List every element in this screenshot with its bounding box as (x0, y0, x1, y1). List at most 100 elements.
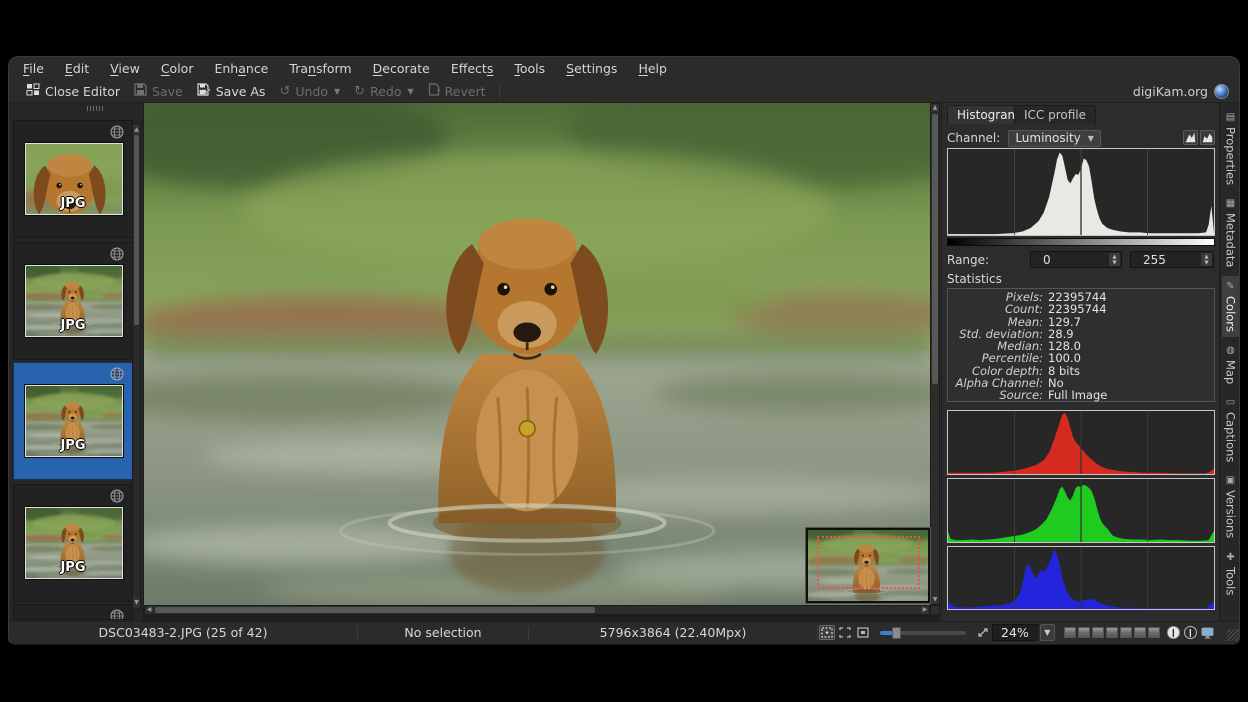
scroll-up-icon[interactable]: ▲ (133, 125, 140, 134)
menu-decorate[interactable]: Decorate (373, 61, 430, 76)
status-bar: DSC03483-2.JPG (25 of 42) No selection 5… (9, 621, 1240, 643)
thumbnail-scrollbar[interactable]: ▲ ▼ (132, 123, 141, 609)
scrollbar-thumb[interactable] (155, 607, 595, 613)
close-editor-button[interactable]: Close Editor (19, 81, 127, 101)
range-min-spinbox[interactable]: 0 ▲▼ (1030, 251, 1122, 268)
menu-file[interactable]: File (23, 61, 44, 76)
undo-icon: ↺ (279, 83, 290, 99)
range-max-spinbox[interactable]: 255 ▲▼ (1130, 251, 1214, 268)
menu-transform[interactable]: Transform (289, 61, 351, 76)
scroll-down-icon[interactable]: ▼ (931, 596, 939, 604)
sidebar-tab-map[interactable]: ◍Map (1222, 340, 1240, 389)
channel-select[interactable]: Luminosity ▼ (1008, 130, 1101, 147)
thumbnail-strip-button-1[interactable] (1064, 627, 1076, 638)
sidebar-tab-colors[interactable]: ✎Colors (1222, 276, 1240, 337)
thumbnail-4[interactable]: JPG (13, 484, 133, 602)
menu-help[interactable]: Help (638, 61, 667, 76)
properties-icon: ▤ (1225, 112, 1236, 123)
sidebar-tab-versions[interactable]: ▣ Versions (1222, 470, 1240, 543)
sidebar-tab-metadata[interactable]: ▦Metadata (1222, 193, 1240, 272)
horizontal-scrollbar[interactable]: ◀ ▶ (144, 605, 930, 615)
zoom-slider[interactable] (880, 631, 966, 635)
versions-icon: ▣ (1225, 475, 1236, 486)
stat-row: Source:Full Image (948, 389, 1208, 401)
resize-grip[interactable] (1227, 629, 1239, 641)
redo-button[interactable]: ↻Redo▼ (347, 81, 420, 101)
thumbnail-strip-button-6[interactable] (1134, 627, 1146, 638)
selection-label: No selection (404, 625, 481, 640)
thumbnail-image (25, 385, 123, 457)
color-managed-view-button[interactable] (1200, 625, 1216, 640)
screen: File Edit View Color Enhance Transform Decorat… (0, 0, 1248, 702)
thumbnail-2[interactable]: JPG (13, 242, 133, 360)
thumbnail-strip-button-4[interactable] (1106, 627, 1118, 638)
sidebar-tab-properties[interactable]: ▤ Properties (1222, 107, 1240, 190)
thumbnail-strip-button-2[interactable] (1078, 627, 1090, 638)
red-channel-histogram (947, 410, 1215, 475)
close-editor-label: Close Editor (45, 84, 120, 99)
thumbnail-image (25, 265, 123, 337)
scroll-down-icon[interactable]: ▼ (133, 598, 140, 607)
revert-button[interactable]: Revert (421, 81, 493, 101)
sidebar-tab-captions[interactable]: ▭Captions (1222, 392, 1240, 467)
chevron-down-icon[interactable]: ▼ (334, 87, 340, 96)
pan-corner-button[interactable] (930, 605, 940, 615)
camera-lens-icon (1214, 84, 1229, 99)
undo-button[interactable]: ↺Undo▼ (272, 81, 347, 101)
zoom-dropdown-button[interactable]: ▼ (1040, 624, 1055, 641)
thumbnail-1[interactable]: JPG (13, 120, 133, 238)
scrollbar-thumb[interactable] (932, 114, 938, 384)
zoom-select-icon[interactable] (975, 625, 991, 640)
sidebar-tab-label: Properties (1224, 127, 1238, 185)
menu-tools[interactable]: Tools (514, 61, 545, 76)
geolocation-icon (110, 366, 124, 380)
thumbnail-3-selected[interactable]: JPG (13, 362, 133, 480)
tools-icon: ✚ (1225, 552, 1236, 563)
sidebar-tab-tools[interactable]: ✚Tools (1222, 547, 1240, 600)
editor-content: JPGJPGJPGJPG ▲ ▼ ◀ ▶ ▲ (9, 103, 1240, 621)
menu-effects[interactable]: Effects (451, 61, 494, 76)
zoom-fit-selection-button[interactable] (837, 625, 853, 640)
scroll-up-icon[interactable]: ▲ (931, 104, 939, 112)
digikam-editor-window: File Edit View Color Enhance Transform Decorat… (8, 56, 1240, 645)
grid-icon (26, 83, 40, 99)
sidebar-tab-label: Versions (1224, 490, 1238, 538)
save-button[interactable]: Save (127, 81, 190, 101)
scroll-right-icon[interactable]: ▶ (921, 606, 929, 614)
menu-settings[interactable]: Settings (566, 61, 617, 76)
tab-icc-profile[interactable]: ICC profile (1014, 105, 1096, 124)
log-scale-button[interactable] (1200, 130, 1215, 145)
scrollbar-thumb[interactable] (134, 135, 139, 325)
stat-label: Count: (948, 303, 1043, 315)
save-as-button[interactable]: Save As (190, 81, 273, 101)
splitter-handle[interactable] (87, 106, 105, 111)
pan-selection-rect[interactable] (817, 536, 920, 589)
linear-scale-button[interactable] (1183, 130, 1198, 145)
zoom-fit-window-button[interactable] (819, 625, 835, 640)
spin-arrows[interactable]: ▲▼ (1109, 253, 1120, 266)
zoom-percent-box[interactable]: 24% (992, 624, 1038, 641)
thumbnail-strip-button-3[interactable] (1092, 627, 1104, 638)
chevron-down-icon[interactable]: ▼ (407, 87, 413, 96)
underexposure-indicator-button[interactable]: ❙ (1167, 626, 1180, 639)
zoom-slider-handle[interactable] (892, 627, 901, 639)
scroll-left-icon[interactable]: ◀ (145, 606, 153, 614)
spin-arrows[interactable]: ▲▼ (1201, 253, 1212, 266)
save-label: Save (152, 84, 183, 99)
zoom-100-button[interactable] (855, 625, 871, 640)
revert-icon (428, 83, 440, 99)
range-min-value: 0 (1043, 253, 1051, 267)
menu-edit[interactable]: Edit (65, 61, 89, 76)
vertical-scrollbar[interactable]: ▲ ▼ (930, 103, 940, 605)
thumbnail-strip-button-5[interactable] (1120, 627, 1132, 638)
menu-color[interactable]: Color (161, 61, 194, 76)
luminosity-histogram[interactable] (947, 148, 1215, 236)
sidebar-tab-label: Captions (1224, 412, 1238, 462)
thumbnail-5[interactable] (13, 604, 133, 620)
menu-enhance[interactable]: Enhance (214, 61, 268, 76)
overexposure-indicator-button[interactable]: ❙ (1184, 626, 1197, 639)
metadata-icon: ▦ (1225, 198, 1236, 209)
thumbnail-strip-button-7[interactable] (1148, 627, 1160, 638)
pan-overview[interactable] (806, 528, 930, 603)
menu-view[interactable]: View (110, 61, 140, 76)
